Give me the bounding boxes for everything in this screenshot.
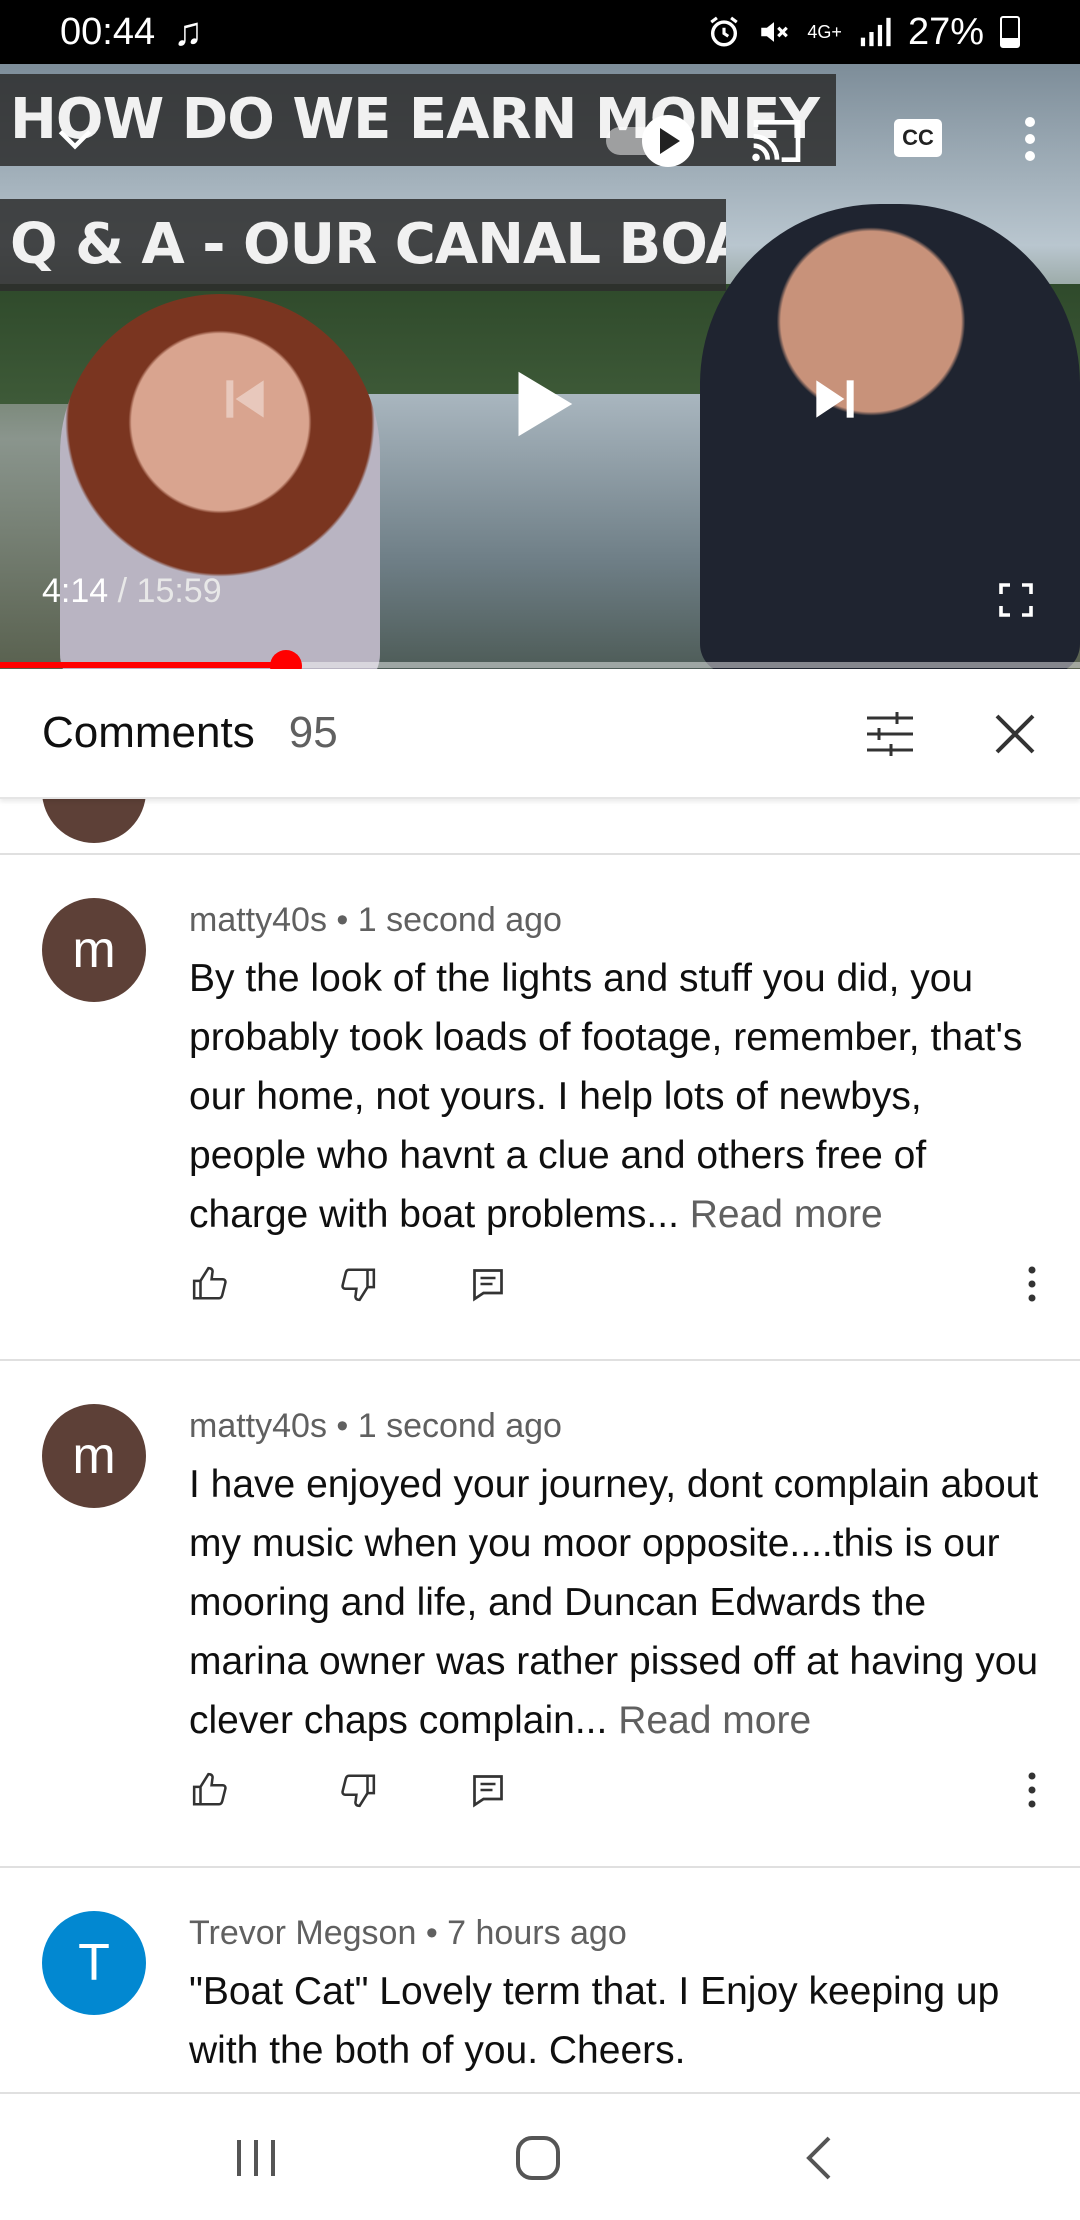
battery-icon (1000, 16, 1020, 48)
back-icon[interactable] (778, 2124, 858, 2192)
meta-separator: • (416, 1914, 448, 1952)
more-vert-icon[interactable] (1002, 1760, 1062, 1820)
status-bar: 00:44 ♫ 4G+ 27% (0, 0, 1080, 64)
comment-meta: matty40s • 1 second ago (189, 901, 562, 940)
progress-fill (0, 662, 287, 668)
signal-icon (860, 17, 891, 47)
like-icon[interactable] (180, 1254, 240, 1314)
dislike-icon[interactable] (328, 1760, 388, 1820)
comment-actions (0, 1760, 1080, 1820)
meta-separator: • (326, 1407, 358, 1445)
comment-meta: Trevor Megson • 7 hours ago (189, 1914, 627, 1953)
read-more-link[interactable]: Read more (618, 1699, 811, 1742)
avatar[interactable]: m (42, 1404, 146, 1508)
current-time: 4:14 (42, 572, 109, 610)
avatar[interactable]: m (42, 898, 146, 1002)
video-duration: 15:59 (136, 572, 222, 610)
comments-title: Comments (42, 708, 255, 757)
comment-list[interactable]: m matty40s • 1 second ago By the look of… (0, 799, 1080, 2092)
comment-body: "Boat Cat" Lovely term that. I Enjoy kee… (189, 1970, 1000, 2072)
dislike-icon[interactable] (328, 1254, 388, 1314)
cc-label: CC (894, 119, 942, 157)
list-item[interactable] (0, 799, 1080, 855)
video-player[interactable]: HOW DO WE EARN MONEY ONBOARD? Q & A - OU… (0, 64, 1080, 669)
reply-icon[interactable] (458, 1254, 518, 1314)
video-timecode: 4:14 / 15:59 (42, 572, 222, 611)
comment-text: By the look of the lights and stuff you … (189, 949, 1049, 1244)
read-more-link[interactable]: Read more (690, 1193, 883, 1236)
alarm-icon (710, 16, 739, 47)
play-icon[interactable] (490, 354, 590, 454)
home-icon[interactable] (498, 2124, 578, 2192)
sort-filter-icon[interactable] (860, 704, 920, 764)
comment-body: I have enjoyed your journey, dont compla… (189, 1463, 1039, 1742)
comments-count: 95 (288, 708, 338, 757)
cast-icon[interactable] (742, 106, 812, 176)
captions-icon[interactable]: CC (890, 110, 946, 166)
comment-item[interactable]: m matty40s • 1 second ago I have enjoyed… (0, 1363, 1080, 1868)
status-icons: 4G+ 27% (707, 11, 1020, 54)
chevron-down-icon[interactable] (40, 104, 110, 174)
video-title-banner-2: Q & A - OUR CANAL BOAT LIFE (0, 199, 726, 291)
comment-time: 1 second ago (357, 1407, 562, 1445)
reply-icon[interactable] (458, 1760, 518, 1820)
comment-time: 1 second ago (357, 901, 562, 939)
comment-text: I have enjoyed your journey, dont compla… (189, 1455, 1049, 1750)
comment-author[interactable]: Trevor Megson (189, 1914, 416, 1952)
fullscreen-icon[interactable] (990, 574, 1042, 626)
comment-text: "Boat Cat" Lovely term that. I Enjoy kee… (189, 1962, 1049, 2080)
mute-icon (761, 22, 789, 42)
comments-header: Comments 95 (0, 669, 1080, 799)
close-icon[interactable] (985, 704, 1045, 764)
comment-body: By the look of the lights and stuff you … (189, 957, 1023, 1236)
more-vert-icon[interactable] (1002, 1254, 1062, 1314)
recent-apps-icon[interactable] (216, 2124, 296, 2192)
network-indicator: 4G+ (807, 22, 842, 42)
comment-time: 7 hours ago (447, 1914, 627, 1952)
more-vert-icon[interactable] (1005, 104, 1055, 174)
comment-item[interactable]: T Trevor Megson • 7 hours ago "Boat Cat"… (0, 1870, 1080, 2092)
video-frame-person-left (60, 294, 380, 669)
previous-icon[interactable] (210, 364, 280, 434)
music-note-icon: ♫ (173, 9, 204, 54)
status-time: 00:44 (60, 10, 156, 53)
comment-author[interactable]: matty40s (189, 1407, 327, 1445)
next-icon[interactable] (800, 364, 870, 434)
time-separator: / (108, 572, 137, 610)
avatar[interactable]: T (42, 1911, 146, 2015)
comment-item[interactable]: m matty40s • 1 second ago By the look of… (0, 857, 1080, 1361)
video-title-banner-1: HOW DO WE EARN MONEY ONBOARD? (0, 74, 836, 166)
meta-separator: • (326, 901, 358, 939)
avatar[interactable] (42, 799, 146, 843)
battery-percent: 27% (907, 10, 984, 53)
comment-meta: matty40s • 1 second ago (189, 1407, 562, 1446)
like-icon[interactable] (180, 1760, 240, 1820)
comment-author[interactable]: matty40s (189, 901, 327, 939)
autoplay-toggle-icon[interactable] (600, 106, 710, 176)
comment-actions (0, 1254, 1080, 1314)
app-screen: 00:44 ♫ 4G+ 27% HOW DO WE EARN MONEY ONB… (0, 0, 1080, 2220)
system-nav-bar (0, 2092, 1080, 2220)
